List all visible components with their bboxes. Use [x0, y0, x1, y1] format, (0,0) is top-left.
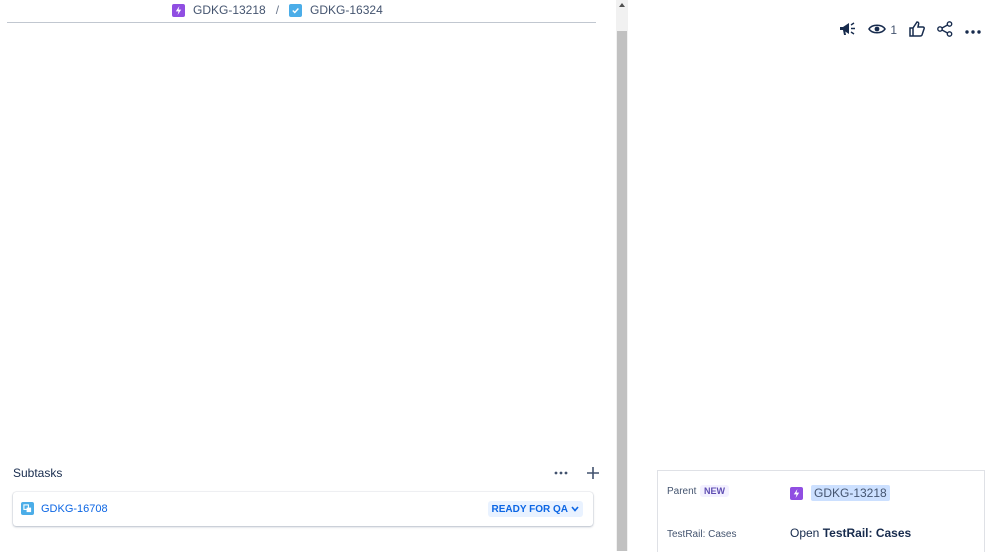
issue-main-panel: GDKG-13218 / GDKG-16324 Subtasks GDKG-16… — [0, 0, 616, 551]
parent-link[interactable]: GDKG-13218 — [790, 485, 890, 501]
subtask-key: GDKG-16708 — [41, 502, 108, 515]
breadcrumb-parent-key: GDKG-13218 — [193, 3, 266, 17]
thumbs-up-icon — [909, 20, 925, 40]
like-button[interactable] — [909, 20, 925, 40]
breadcrumb-current-key: GDKG-16324 — [310, 3, 383, 17]
share-icon — [937, 20, 953, 40]
announcement-button[interactable] — [838, 20, 856, 40]
epic-icon — [172, 3, 185, 17]
issue-toolbar: 1 — [838, 20, 981, 40]
testrail-label: TestRail: Cases — [667, 529, 737, 540]
parent-label: Parent — [667, 486, 697, 497]
task-icon — [289, 3, 303, 17]
scroll-up-icon[interactable] — [617, 0, 627, 10]
breadcrumb: GDKG-13218 / GDKG-16324 — [172, 2, 383, 18]
subtasks-actions — [552, 464, 602, 482]
more-icon — [965, 23, 981, 37]
testrail-open-link[interactable]: Open TestRail: Cases — [790, 526, 911, 540]
eye-icon — [868, 23, 887, 38]
more-actions-button[interactable] — [965, 20, 981, 40]
header-divider — [7, 22, 596, 23]
add-subtask-icon[interactable] — [584, 464, 602, 482]
subtasks-heading: Subtasks — [13, 466, 63, 480]
status-dropdown[interactable]: READY FOR QA — [487, 501, 583, 517]
breadcrumb-separator: / — [275, 3, 280, 17]
subtask-link[interactable]: GDKG-16708 — [21, 502, 108, 515]
new-badge: NEW — [700, 485, 729, 497]
chevron-down-icon — [571, 504, 579, 515]
parent-key: GDKG-13218 — [811, 485, 890, 501]
watch-button[interactable]: 1 — [868, 20, 897, 40]
watch-count: 1 — [890, 23, 897, 37]
epic-icon — [790, 486, 803, 500]
status-label: READY FOR QA — [491, 503, 569, 515]
breadcrumb-parent[interactable]: GDKG-13218 — [172, 3, 266, 17]
more-options-icon[interactable] — [552, 464, 570, 482]
share-button[interactable] — [937, 20, 953, 40]
issue-sidebar-panel — [628, 0, 999, 551]
scrollbar-thumb[interactable] — [617, 31, 627, 551]
subtask-icon — [21, 502, 34, 515]
megaphone-icon — [838, 21, 856, 40]
subtask-row[interactable]: GDKG-16708 READY FOR QA — [13, 492, 593, 526]
testrail-link-text: TestRail: Cases — [822, 526, 912, 540]
breadcrumb-current[interactable]: GDKG-16324 — [289, 3, 383, 17]
testrail-prefix: Open — [790, 526, 820, 540]
